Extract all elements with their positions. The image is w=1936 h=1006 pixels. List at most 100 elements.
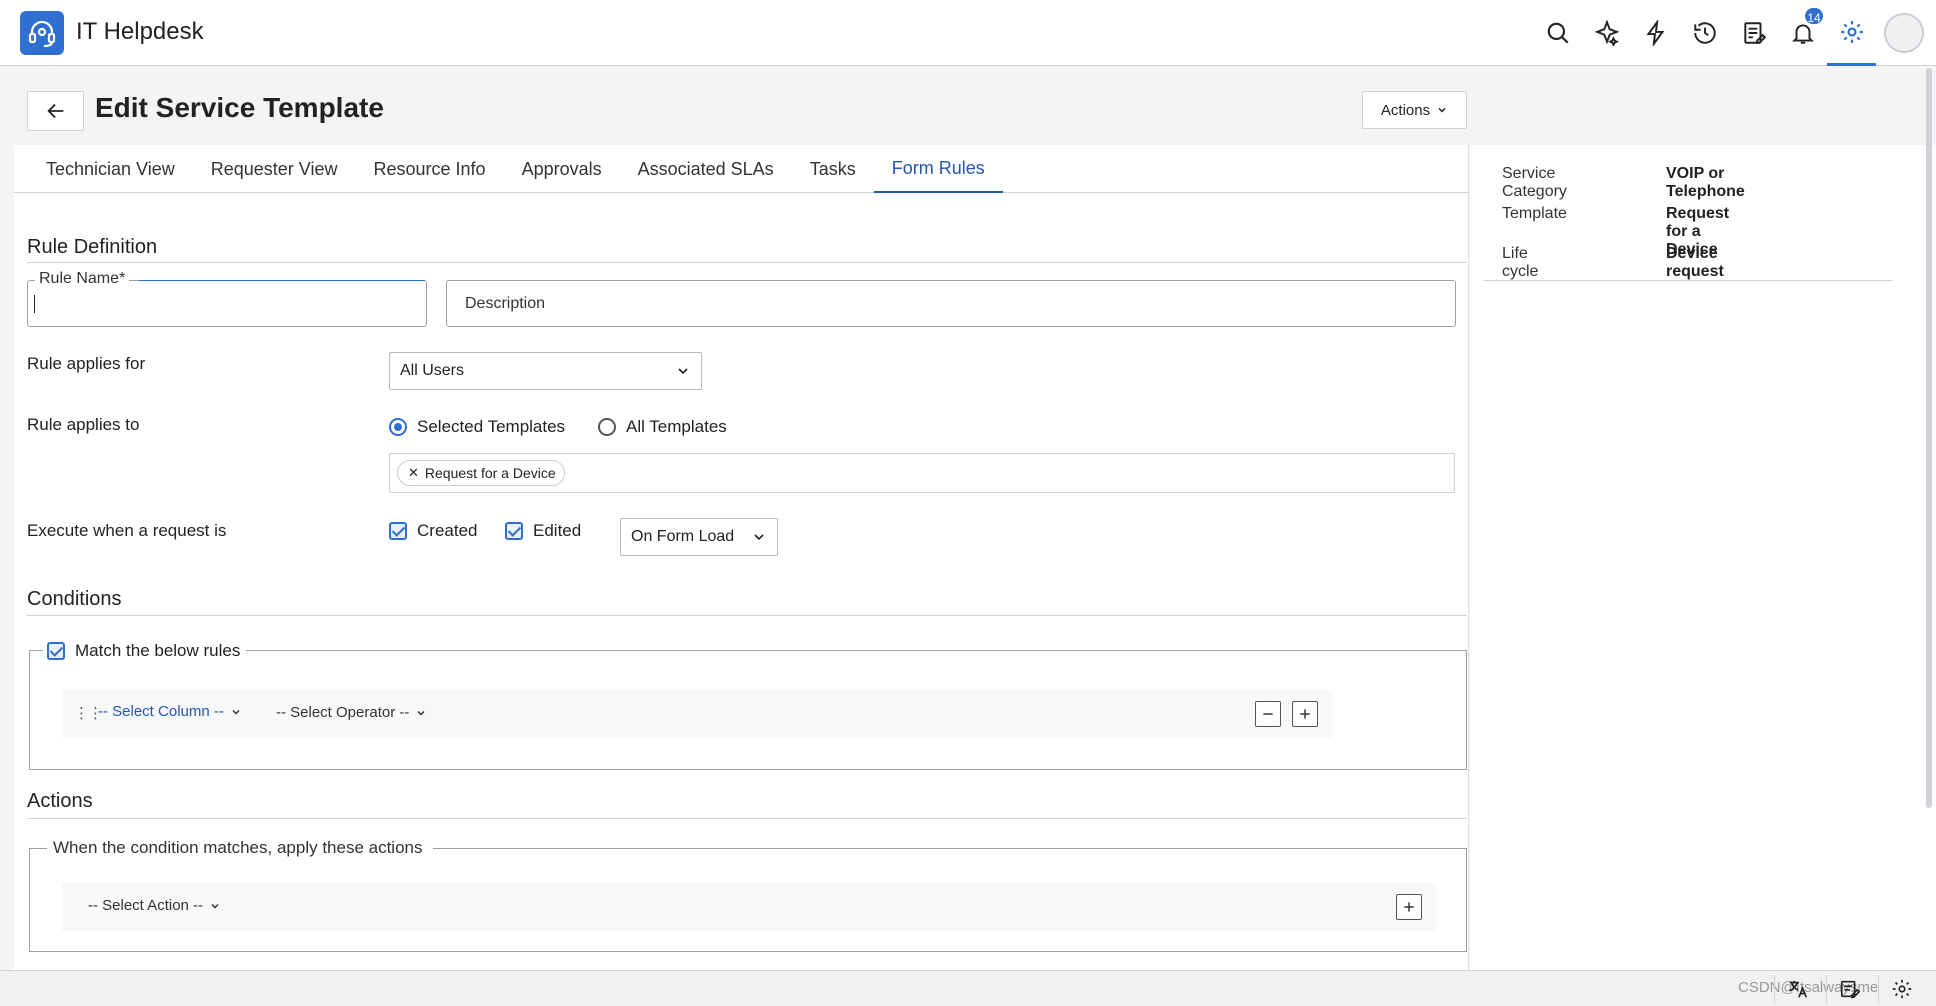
template-tag: ✕ Request for a Device [397, 460, 565, 486]
chevron-down-icon [211, 903, 219, 909]
helpdesk-logo-icon[interactable] [20, 11, 64, 55]
divider [27, 615, 1467, 616]
tab-resource-info[interactable]: Resource Info [356, 145, 504, 193]
lightning-icon[interactable] [1631, 0, 1680, 66]
applies-for-label: Rule applies for [27, 354, 146, 373]
detail-value: Device request [1666, 245, 1724, 280]
tab-associated-slas[interactable]: Associated SLAs [620, 145, 792, 193]
rule-name-label-text: Rule Name [39, 270, 120, 287]
select-action-label: -- Select Action -- [88, 897, 204, 914]
chevron-down-icon [678, 368, 688, 375]
actions-button[interactable]: Actions [1362, 91, 1467, 129]
arrow-left-icon [46, 103, 63, 119]
tab-requester-view[interactable]: Requester View [193, 145, 356, 193]
description-placeholder: Description [465, 294, 546, 312]
minus-icon [1263, 713, 1273, 715]
tab-tasks[interactable]: Tasks [792, 145, 874, 193]
checkbox-edited[interactable]: Edited [505, 521, 581, 541]
tab-bar: Technician View Requester View Resource … [14, 145, 1469, 193]
radio-button-checked[interactable] [389, 418, 407, 436]
actions-button-label: Actions [1380, 101, 1431, 119]
checkbox-created-label: Created [417, 521, 478, 540]
notifications-bell-icon[interactable]: 14 [1778, 0, 1827, 66]
checkbox-checked[interactable] [505, 522, 523, 540]
checkbox-checked[interactable] [47, 642, 65, 660]
plus-icon [1300, 709, 1310, 719]
divider [27, 818, 1467, 819]
radio-button[interactable] [598, 418, 616, 436]
radio-all-templates-label: All Templates [626, 417, 727, 436]
remove-condition-button[interactable] [1255, 701, 1281, 727]
applies-for-value: All Users [400, 362, 465, 379]
user-avatar[interactable] [1884, 13, 1924, 53]
add-action-button[interactable] [1396, 894, 1422, 920]
app-title: IT Helpdesk [76, 18, 204, 45]
rule-definition-heading: Rule Definition [27, 236, 158, 258]
divider [27, 262, 1467, 263]
history-icon[interactable] [1680, 0, 1729, 66]
event-value: On Form Load [631, 528, 735, 545]
actions-heading: Actions [27, 790, 93, 812]
description-field[interactable]: Description [446, 280, 1456, 327]
radio-selected-templates-label: Selected Templates [417, 417, 566, 436]
tab-form-rules[interactable]: Form Rules [873, 145, 1003, 193]
chevron-down-icon [754, 534, 764, 541]
template-details-panel: Service Category VOIP or Telephone Templ… [1470, 145, 1936, 975]
page-title: Edit Service Template [95, 92, 384, 123]
field-focus-line [139, 280, 425, 281]
divider [1484, 280, 1892, 281]
select-column-dropdown[interactable]: -- Select Column -- [98, 703, 242, 720]
chevron-down-icon [417, 710, 425, 716]
select-column-label: -- Select Column -- [98, 703, 224, 720]
tab-approvals[interactable]: Approvals [504, 145, 620, 193]
match-rules-label: Match the below rules [75, 641, 241, 660]
templates-multiselect[interactable]: ✕ Request for a Device [389, 453, 1455, 493]
select-operator-dropdown[interactable]: -- Select Operator -- [276, 704, 427, 721]
page-scrollbar[interactable] [1926, 68, 1932, 808]
top-icons: 14 [1533, 0, 1936, 66]
tab-technician-view[interactable]: Technician View [14, 145, 193, 193]
actions-group-label: When the condition matches, apply these … [47, 838, 433, 858]
edit-note-icon[interactable] [1826, 975, 1872, 1003]
checkbox-created[interactable]: Created [389, 521, 477, 541]
plus-icon [1404, 902, 1414, 912]
execute-when-label: Execute when a request is [27, 521, 227, 540]
condition-row: ⋮⋮ -- Select Column -- -- Select Operato… [62, 690, 1332, 738]
top-bar: IT Helpdesk 14 [0, 0, 1936, 66]
event-select[interactable]: On Form Load [620, 518, 778, 556]
applies-for-select[interactable]: All Users [389, 352, 702, 390]
back-button[interactable] [27, 91, 84, 131]
required-mark: * [119, 270, 126, 287]
detail-key: Service Category [1502, 165, 1567, 200]
select-operator-label: -- Select Operator -- [276, 704, 410, 721]
applies-to-label: Rule applies to [27, 415, 140, 434]
rule-name-label: Rule Name* [35, 270, 130, 288]
template-tag-label: Request for a Device [424, 465, 556, 481]
detail-key: Template [1502, 205, 1567, 222]
radio-selected-templates[interactable]: Selected Templates [389, 417, 565, 437]
select-action-dropdown[interactable]: -- Select Action -- [88, 897, 221, 914]
tag-remove-icon[interactable]: ✕ [408, 465, 419, 481]
detail-key: Life cycle [1502, 245, 1539, 280]
bottom-bar: CSDN@Itsalwaysme [0, 970, 1936, 1006]
settings-gear-icon[interactable] [1827, 0, 1876, 66]
text-cursor [34, 295, 35, 313]
settings-icon[interactable] [1878, 975, 1924, 1003]
main-card: Technician View Requester View Resource … [14, 145, 1469, 975]
match-rules-checkbox[interactable]: Match the below rules [43, 641, 247, 661]
notification-count-badge: 14 [1803, 6, 1825, 26]
conditions-heading: Conditions [27, 588, 122, 610]
checkbox-checked[interactable] [389, 522, 407, 540]
search-icon[interactable] [1533, 0, 1582, 66]
radio-all-templates[interactable]: All Templates [598, 417, 727, 437]
detail-value: VOIP or Telephone [1666, 165, 1745, 200]
ai-sparkle-icon[interactable] [1582, 0, 1631, 66]
bottom-icons [1774, 975, 1924, 1003]
add-condition-button[interactable] [1292, 701, 1318, 727]
action-row: -- Select Action -- [62, 883, 1436, 931]
notes-icon[interactable] [1729, 0, 1778, 66]
translate-icon[interactable] [1774, 975, 1820, 1003]
chevron-down-icon [1438, 107, 1446, 113]
checkbox-edited-label: Edited [533, 521, 582, 540]
chevron-down-icon [232, 709, 240, 715]
